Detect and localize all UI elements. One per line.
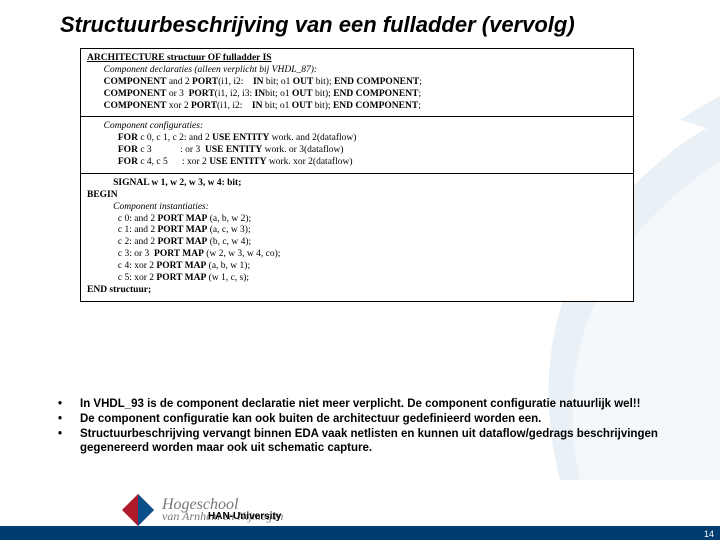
code-line: COMPONENT xor 2 PORT(i1, i2: IN bit; o1 … (87, 101, 627, 113)
list-item: •In VHDL_93 is de component declaratie n… (58, 398, 658, 411)
list-item: •De component configuratie kan ook buite… (58, 413, 658, 426)
code-line: Component configuraties: (104, 121, 203, 131)
code-line: Component instantiaties: (113, 202, 209, 212)
separator (81, 116, 633, 117)
bullet-list: •In VHDL_93 is de component declaratie n… (58, 398, 658, 457)
logo-diamond-icon (120, 492, 156, 528)
separator (81, 173, 633, 174)
code-line: SIGNAL w 1, w 2, w 3, w 4: bit; (113, 178, 241, 188)
code-line: END structuur; (87, 285, 151, 295)
code-line: COMPONENT and 2 PORT(i1, i2: IN bit; o1 … (87, 77, 627, 89)
slide-title: Structuurbeschrijving van een fulladder … (60, 12, 700, 38)
footer-bar (0, 526, 720, 540)
code-line: c 0: and 2 PORT MAP (a, b, w 2); (87, 214, 627, 226)
page-number: 14 (704, 529, 714, 539)
code-line: c 3: or 3 PORT MAP (w 2, w 3, w 4, co); (87, 249, 627, 261)
code-line: FOR c 4, c 5 : xor 2 USE ENTITY work. xo… (87, 157, 627, 169)
code-line: FOR c 0, c 1, c 2: and 2 USE ENTITY work… (87, 133, 627, 145)
code-line: BEGIN (87, 190, 118, 200)
han-university-label: HAN-University (208, 511, 281, 522)
footer: Hogeschool van Arnhem en Nijmegen HAN-Un… (0, 480, 720, 540)
bullet-text: In VHDL_93 is de component declaratie ni… (80, 398, 658, 411)
bullet-text: Structuurbeschrijving vervangt binnen ED… (80, 428, 658, 454)
code-line: Component declaraties (alleen verplicht … (104, 65, 317, 75)
list-item: •Structuurbeschrijving vervangt binnen E… (58, 428, 658, 454)
code-line: c 1: and 2 PORT MAP (a, c, w 3); (87, 225, 627, 237)
vhdl-code-box: ARCHITECTURE structuur OF fulladder IS C… (80, 48, 634, 302)
code-line: ARCHITECTURE structuur OF fulladder IS (87, 53, 272, 63)
code-line: c 5: xor 2 PORT MAP (w 1, c, s); (87, 273, 627, 285)
code-line: c 4: xor 2 PORT MAP (a, b, w 1); (87, 261, 627, 273)
han-logo: Hogeschool van Arnhem en Nijmegen (120, 492, 283, 528)
bullet-text: De component configuratie kan ook buiten… (80, 413, 658, 426)
code-line: FOR c 3 : or 3 USE ENTITY work. or 3(dat… (87, 145, 627, 157)
code-line: c 2: and 2 PORT MAP (b, c, w 4); (87, 237, 627, 249)
code-line: COMPONENT or 3 PORT(i1, i2, i3: INbit; o… (87, 89, 627, 101)
